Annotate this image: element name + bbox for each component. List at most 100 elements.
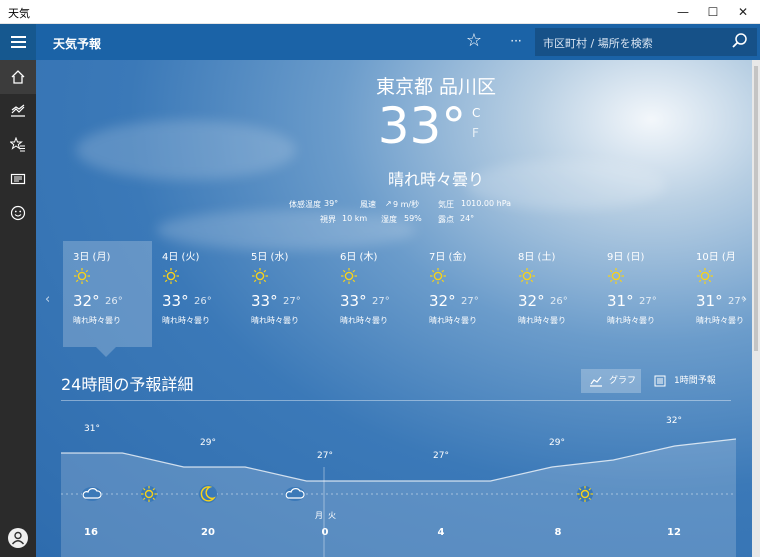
hour-axis-label: 4 [437, 527, 445, 538]
forecast-high-temp: 33° [340, 292, 367, 310]
nav-maps-button[interactable] [0, 94, 36, 128]
more-options-button[interactable]: ··· [506, 32, 526, 50]
graph-button-label: グラフ [609, 376, 637, 386]
sun-icon [74, 268, 90, 284]
forecast-condition: 晴れ時々曇り [518, 316, 566, 325]
forecast-condition: 晴れ時々曇り [251, 316, 299, 325]
forecast-day-label: 4日 (火) [162, 252, 200, 263]
background-cloud [76, 120, 296, 180]
humidity-label: 湿度 [381, 215, 397, 224]
nav-news-button[interactable] [0, 162, 36, 196]
current-condition: 晴れ時々曇り [387, 170, 484, 189]
sun-icon [141, 486, 157, 502]
forecast-high-temp: 31° [696, 292, 723, 310]
maximize-button[interactable]: ☐ [698, 0, 728, 24]
feels-like-label: 体感温度 [289, 200, 321, 209]
forecast-condition: 晴れ時々曇り [73, 316, 121, 325]
forecast-high-temp: 31° [607, 292, 634, 310]
nav-favorites-button[interactable] [0, 128, 36, 162]
unit-celsius-toggle[interactable]: C [472, 106, 480, 120]
hourly-view-button[interactable]: 1時間予報 [646, 369, 731, 393]
forecast-day-label: 3日 (月) [73, 252, 111, 263]
search-icon[interactable] [731, 32, 749, 50]
hour-axis-label: 20 [201, 527, 215, 538]
forecast-day-label: 6日 (木) [340, 252, 378, 263]
wind-value: 9 m/秒 [393, 200, 420, 209]
user-icon [11, 531, 25, 545]
hourly-button-label: 1時間予報 [674, 376, 716, 386]
temperature-point-label: 31° [84, 424, 100, 434]
forecast-day-card[interactable]: 9日 (日) 31° 27° 晴れ時々曇り [597, 241, 686, 347]
nav-lifestyle-button[interactable] [0, 196, 36, 230]
feels-like-value: 39° [324, 199, 339, 208]
cloud-icon [285, 487, 305, 501]
app-header: 天気予報 ☆ ··· 市区町村 / 場所を検索 [0, 24, 760, 60]
dewpoint-value: 24° [460, 214, 475, 223]
menu-line-icon [11, 46, 26, 48]
dewpoint-label: 露点 [438, 215, 454, 224]
forecast-day-label: 5日 (水) [251, 252, 289, 263]
search-input[interactable]: 市区町村 / 場所を検索 [543, 35, 653, 51]
humidity-value: 59% [404, 214, 422, 223]
graph-view-button[interactable]: グラフ [581, 369, 641, 393]
forecast-low-temp: 27° [283, 296, 301, 307]
temperature-point-label: 27° [317, 451, 333, 461]
favorite-star-icon[interactable]: ☆ [464, 30, 484, 52]
wind-arrow-icon: ↗ [385, 199, 392, 208]
forecast-day-card[interactable]: 10日 (月 31° 27° 晴れ時々曇り [686, 241, 760, 347]
forecast-low-temp: 26° [550, 296, 568, 307]
sun-icon [697, 268, 713, 284]
forecast-high-temp: 33° [251, 292, 278, 310]
sun-icon [519, 268, 535, 284]
forecast-condition: 晴れ時々曇り [696, 316, 744, 325]
nav-home-button[interactable] [0, 60, 36, 94]
day-marker-label: 火 [328, 511, 336, 520]
hour-axis-label: 8 [554, 527, 562, 538]
favorites-icon [10, 137, 25, 152]
location-name: 東京都 品川区 [375, 76, 497, 98]
temperature-point-label: 29° [549, 438, 565, 448]
news-icon [10, 173, 26, 185]
forecast-low-temp: 27° [461, 296, 479, 307]
forecast-high-temp: 33° [162, 292, 189, 310]
forecast-day-card[interactable]: 5日 (水) 33° 27° 晴れ時々曇り [241, 241, 330, 347]
forecast-day-label: 8日 (土) [518, 252, 556, 263]
forecast-day-card[interactable]: 3日 (月) 32° 26° 晴れ時々曇り [63, 241, 152, 347]
weather-main-panel: 東京都 品川区 33° C F 晴れ時々曇り 体感温度 39° 風速 ↗ 9 m… [36, 60, 760, 557]
close-button[interactable]: ✕ [728, 0, 758, 24]
forecast-day-label: 7日 (金) [429, 252, 467, 263]
forecast-day-card[interactable]: 7日 (金) 32° 27° 晴れ時々曇り [419, 241, 508, 347]
user-avatar-icon[interactable] [8, 528, 28, 548]
forecast-day-card[interactable]: 8日 (土) 32° 26° 晴れ時々曇り [508, 241, 597, 347]
forecast-prev-arrow[interactable]: ‹ [45, 292, 50, 307]
home-icon [11, 70, 25, 84]
chart-icon [11, 104, 25, 117]
hamburger-menu-button[interactable] [0, 24, 36, 60]
minimize-button[interactable]: — [668, 0, 698, 24]
forecast-day-card[interactable]: 6日 (木) 33° 27° 晴れ時々曇り [330, 241, 419, 347]
forecast-condition: 晴れ時々曇り [607, 316, 655, 325]
sun-icon [341, 268, 357, 284]
forecast-low-temp: 26° [105, 296, 123, 307]
temperature-point-label: 27° [433, 451, 449, 461]
forecast-day-card[interactable]: 4日 (火) 33° 26° 晴れ時々曇り [152, 241, 241, 347]
forecast-condition: 晴れ時々曇り [429, 316, 477, 325]
visibility-value: 10 km [342, 214, 368, 223]
vertical-scrollbar[interactable] [752, 60, 760, 557]
search-box[interactable]: 市区町村 / 場所を検索 [535, 28, 757, 56]
unit-fahrenheit-toggle[interactable]: F [472, 126, 479, 140]
temperature-point-label: 32° [666, 416, 682, 426]
hour-axis-label: 16 [84, 527, 98, 538]
sun-icon [163, 268, 179, 284]
forecast-day-label: 10日 (月 [696, 252, 736, 263]
scrollbar-thumb[interactable] [754, 66, 758, 351]
hour-axis-label: 12 [667, 527, 681, 538]
hour-axis-label: 0 [321, 527, 329, 538]
left-navigation [0, 60, 36, 557]
forecast-day-label: 9日 (日) [607, 252, 645, 263]
hourly-forecast-title: 24時間の予報詳細 [61, 375, 194, 394]
forecast-low-temp: 27° [639, 296, 657, 307]
sun-icon [577, 486, 593, 502]
forecast-high-temp: 32° [518, 292, 545, 310]
forecast-condition: 晴れ時々曇り [162, 316, 210, 325]
